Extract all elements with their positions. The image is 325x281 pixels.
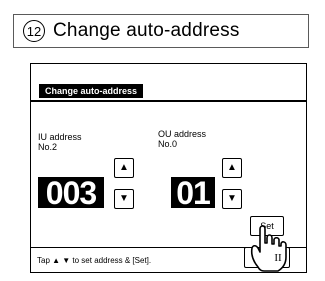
step-title: 12 Change auto-address	[13, 14, 309, 48]
triangle-down-icon: ▼	[119, 193, 129, 204]
pointing-hand-icon: II	[250, 225, 287, 272]
iu-down-button[interactable]: ▼	[114, 189, 134, 209]
triangle-up-icon: ▲	[119, 162, 129, 173]
triangle-down-icon: ▼	[227, 193, 237, 204]
iu-address-label: IU address	[38, 132, 82, 142]
ou-down-button[interactable]: ▼	[222, 189, 242, 209]
instruction-text: Tap ▲ ▼ to set address & [Set].	[37, 256, 152, 265]
ou-up-button[interactable]: ▲	[222, 158, 242, 178]
iu-address-number: No.2	[38, 142, 58, 152]
triangle-up-icon: ▲	[227, 162, 237, 173]
step-number-badge: 12	[23, 20, 45, 42]
step-title-text: Change auto-address	[53, 20, 240, 41]
screen-header: Change auto-address	[39, 84, 144, 98]
ou-address-value: 01	[171, 177, 215, 209]
header-divider	[31, 100, 306, 102]
ou-address-label: OU address	[158, 129, 207, 139]
top-strip	[0, 0, 325, 6]
iu-address-value: 003	[38, 177, 104, 209]
hand-numeral: II	[274, 252, 282, 264]
ou-address-number: No.0	[158, 139, 178, 149]
iu-up-button[interactable]: ▲	[114, 158, 134, 178]
